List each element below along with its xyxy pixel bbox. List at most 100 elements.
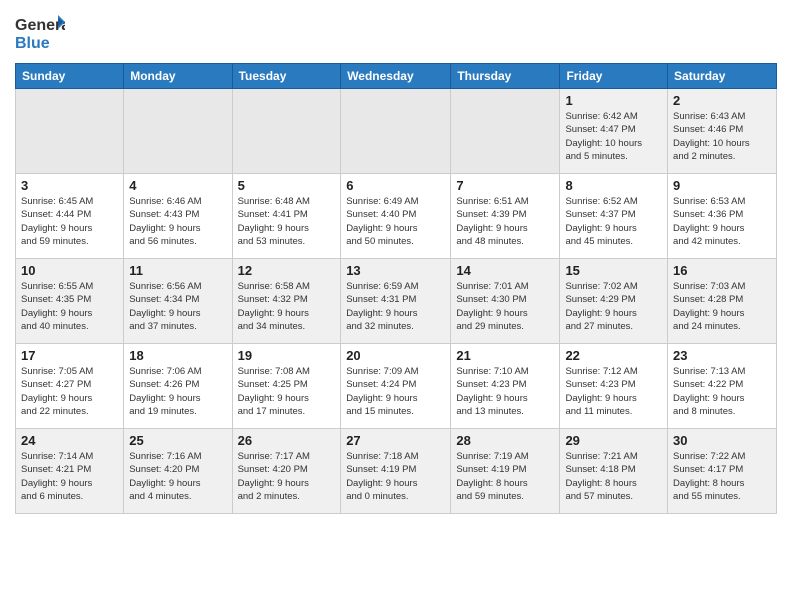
day-number: 24: [21, 433, 118, 448]
calendar-cell: 11 Sunrise: 6:56 AM Sunset: 4:34 PM Dayli…: [124, 259, 232, 344]
day-info: Sunrise: 7:17 AM Sunset: 4:20 PM Dayligh…: [238, 450, 336, 503]
day-header-wednesday: Wednesday: [341, 64, 451, 89]
day-number: 14: [456, 263, 554, 278]
day-number: 26: [238, 433, 336, 448]
day-header-saturday: Saturday: [668, 64, 777, 89]
svg-text:Blue: Blue: [15, 35, 50, 52]
day-number: 20: [346, 348, 445, 363]
day-number: 4: [129, 178, 226, 193]
day-header-sunday: Sunday: [16, 64, 124, 89]
calendar-cell: 29 Sunrise: 7:21 AM Sunset: 4:18 PM Dayli…: [560, 429, 668, 514]
calendar-header-row: SundayMondayTuesdayWednesdayThursdayFrid…: [16, 64, 777, 89]
day-info: Sunrise: 6:56 AM Sunset: 4:34 PM Dayligh…: [129, 280, 226, 333]
calendar-cell: 26 Sunrise: 7:17 AM Sunset: 4:20 PM Dayli…: [232, 429, 341, 514]
header: General Blue: [15, 10, 777, 55]
calendar-cell: 19Sunrise: 7:08 AM Sunset: 4:25 PM Dayli…: [232, 344, 341, 429]
day-number: 16: [673, 263, 771, 278]
day-number: 13: [346, 263, 445, 278]
day-number: 30: [673, 433, 771, 448]
day-info: Sunrise: 7:18 AM Sunset: 4:19 PM Dayligh…: [346, 450, 445, 503]
day-info: Sunrise: 7:19 AM Sunset: 4:19 PM Dayligh…: [456, 450, 554, 503]
calendar-cell: 6 Sunrise: 6:49 AM Sunset: 4:40 PM Daylig…: [341, 174, 451, 259]
calendar-cell: 4 Sunrise: 6:46 AM Sunset: 4:43 PM Daylig…: [124, 174, 232, 259]
day-info: Sunrise: 7:22 AM Sunset: 4:17 PM Dayligh…: [673, 450, 771, 503]
day-number: 22: [565, 348, 662, 363]
day-info: Sunrise: 6:42 AM Sunset: 4:47 PM Dayligh…: [565, 110, 662, 163]
day-info: Sunrise: 6:51 AM Sunset: 4:39 PM Dayligh…: [456, 195, 554, 248]
day-number: 29: [565, 433, 662, 448]
day-info: Sunrise: 6:52 AM Sunset: 4:37 PM Dayligh…: [565, 195, 662, 248]
day-info: Sunrise: 6:53 AM Sunset: 4:36 PM Dayligh…: [673, 195, 771, 248]
calendar-cell: 22 Sunrise: 7:12 AM Sunset: 4:23 PM Dayli…: [560, 344, 668, 429]
day-info: Sunrise: 7:21 AM Sunset: 4:18 PM Dayligh…: [565, 450, 662, 503]
svg-text:General: General: [15, 17, 65, 34]
logo: General Blue: [15, 10, 65, 55]
page-container: General Blue SundayMondayTuesdayWednesda…: [0, 0, 792, 612]
day-info: Sunrise: 7:10 AM Sunset: 4:23 PM Dayligh…: [456, 365, 554, 418]
day-info: Sunrise: 7:12 AM Sunset: 4:23 PM Dayligh…: [565, 365, 662, 418]
day-number: 10: [21, 263, 118, 278]
day-number: 15: [565, 263, 662, 278]
calendar-cell: 7 Sunrise: 6:51 AM Sunset: 4:39 PM Daylig…: [451, 174, 560, 259]
day-info: Sunrise: 6:46 AM Sunset: 4:43 PM Dayligh…: [129, 195, 226, 248]
day-number: 11: [129, 263, 226, 278]
day-info: Sunrise: 6:43 AM Sunset: 4:46 PM Dayligh…: [673, 110, 771, 163]
day-info: Sunrise: 6:49 AM Sunset: 4:40 PM Dayligh…: [346, 195, 445, 248]
day-info: Sunrise: 7:05 AM Sunset: 4:27 PM Dayligh…: [21, 365, 118, 418]
day-number: 18: [129, 348, 226, 363]
day-number: 2: [673, 93, 771, 108]
day-number: 1: [565, 93, 662, 108]
day-info: Sunrise: 6:58 AM Sunset: 4:32 PM Dayligh…: [238, 280, 336, 333]
day-number: 6: [346, 178, 445, 193]
calendar-cell: 13Sunrise: 6:59 AM Sunset: 4:31 PM Dayli…: [341, 259, 451, 344]
calendar-cell: 23 Sunrise: 7:13 AM Sunset: 4:22 PM Dayli…: [668, 344, 777, 429]
calendar-cell: 16 Sunrise: 7:03 AM Sunset: 4:28 PM Dayli…: [668, 259, 777, 344]
day-info: Sunrise: 6:55 AM Sunset: 4:35 PM Dayligh…: [21, 280, 118, 333]
calendar-cell: 28 Sunrise: 7:19 AM Sunset: 4:19 PM Dayli…: [451, 429, 560, 514]
day-info: Sunrise: 7:01 AM Sunset: 4:30 PM Dayligh…: [456, 280, 554, 333]
calendar-cell: [451, 89, 560, 174]
day-number: 27: [346, 433, 445, 448]
day-header-thursday: Thursday: [451, 64, 560, 89]
day-number: 9: [673, 178, 771, 193]
day-info: Sunrise: 7:16 AM Sunset: 4:20 PM Dayligh…: [129, 450, 226, 503]
day-header-monday: Monday: [124, 64, 232, 89]
calendar-cell: 18 Sunrise: 7:06 AM Sunset: 4:26 PM Dayli…: [124, 344, 232, 429]
day-number: 25: [129, 433, 226, 448]
calendar-cell: 5 Sunrise: 6:48 AM Sunset: 4:41 PM Daylig…: [232, 174, 341, 259]
day-info: Sunrise: 7:13 AM Sunset: 4:22 PM Dayligh…: [673, 365, 771, 418]
calendar-cell: 17 Sunrise: 7:05 AM Sunset: 4:27 PM Dayli…: [16, 344, 124, 429]
day-header-tuesday: Tuesday: [232, 64, 341, 89]
calendar-cell: 8Sunrise: 6:52 AM Sunset: 4:37 PM Daylig…: [560, 174, 668, 259]
calendar-week-row: 1 Sunrise: 6:42 AM Sunset: 4:47 PM Daylig…: [16, 89, 777, 174]
calendar-cell: 2 Sunrise: 6:43 AM Sunset: 4:46 PM Daylig…: [668, 89, 777, 174]
day-info: Sunrise: 7:02 AM Sunset: 4:29 PM Dayligh…: [565, 280, 662, 333]
day-number: 28: [456, 433, 554, 448]
calendar-cell: 1 Sunrise: 6:42 AM Sunset: 4:47 PM Daylig…: [560, 89, 668, 174]
calendar-week-row: 24 Sunrise: 7:14 AM Sunset: 4:21 PM Dayli…: [16, 429, 777, 514]
logo-icon: General Blue: [15, 10, 65, 55]
calendar-cell: 24 Sunrise: 7:14 AM Sunset: 4:21 PM Dayli…: [16, 429, 124, 514]
calendar-cell: [341, 89, 451, 174]
day-number: 21: [456, 348, 554, 363]
calendar-cell: [16, 89, 124, 174]
calendar-cell: [124, 89, 232, 174]
calendar-cell: 15 Sunrise: 7:02 AM Sunset: 4:29 PM Dayli…: [560, 259, 668, 344]
calendar-cell: 20 Sunrise: 7:09 AM Sunset: 4:24 PM Dayli…: [341, 344, 451, 429]
day-info: Sunrise: 7:03 AM Sunset: 4:28 PM Dayligh…: [673, 280, 771, 333]
day-number: 7: [456, 178, 554, 193]
day-number: 23: [673, 348, 771, 363]
day-info: Sunrise: 7:14 AM Sunset: 4:21 PM Dayligh…: [21, 450, 118, 503]
day-info: Sunrise: 6:45 AM Sunset: 4:44 PM Dayligh…: [21, 195, 118, 248]
calendar-week-row: 17 Sunrise: 7:05 AM Sunset: 4:27 PM Dayli…: [16, 344, 777, 429]
calendar-cell: 14 Sunrise: 7:01 AM Sunset: 4:30 PM Dayli…: [451, 259, 560, 344]
day-number: 17: [21, 348, 118, 363]
day-info: Sunrise: 6:48 AM Sunset: 4:41 PM Dayligh…: [238, 195, 336, 248]
calendar-cell: [232, 89, 341, 174]
day-info: Sunrise: 7:06 AM Sunset: 4:26 PM Dayligh…: [129, 365, 226, 418]
day-info: Sunrise: 7:09 AM Sunset: 4:24 PM Dayligh…: [346, 365, 445, 418]
calendar-cell: 10 Sunrise: 6:55 AM Sunset: 4:35 PM Dayli…: [16, 259, 124, 344]
calendar-cell: 12Sunrise: 6:58 AM Sunset: 4:32 PM Dayli…: [232, 259, 341, 344]
calendar-cell: 21 Sunrise: 7:10 AM Sunset: 4:23 PM Dayli…: [451, 344, 560, 429]
day-number: 5: [238, 178, 336, 193]
